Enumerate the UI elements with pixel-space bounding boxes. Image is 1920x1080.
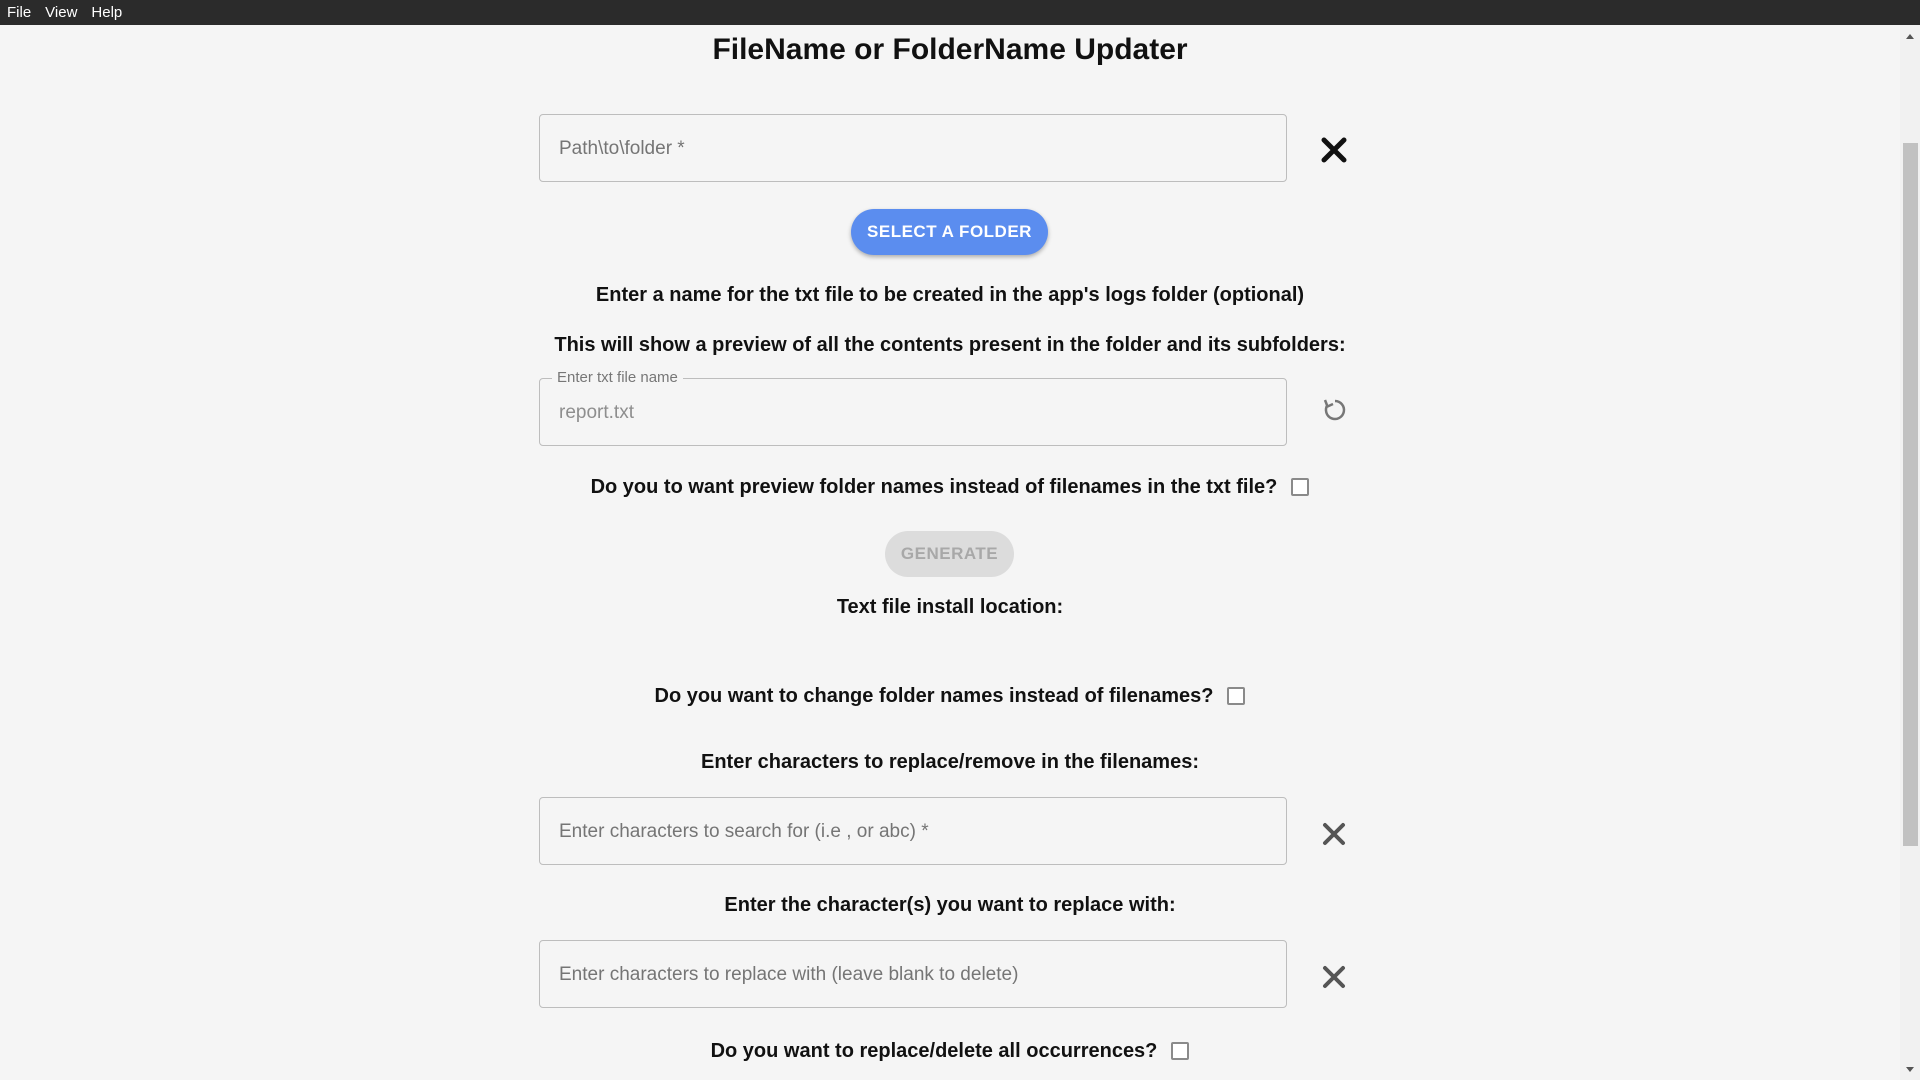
- menu-file[interactable]: File: [0, 0, 38, 25]
- replace-with-prompt: Enter the character(s) you want to repla…: [724, 894, 1176, 916]
- txt-prompt: Enter a name for the txt file to be crea…: [595, 284, 1305, 306]
- scroll-down-icon[interactable]: [1906, 1067, 1914, 1072]
- refresh-icon[interactable]: [1318, 393, 1352, 427]
- scroll-thumb[interactable]: [1903, 143, 1918, 846]
- menu-help[interactable]: Help: [84, 0, 129, 25]
- preview-folders-question: Do you to want preview folder names inst…: [590, 476, 1278, 498]
- change-folders-checkbox[interactable]: [1227, 687, 1246, 705]
- search-field[interactable]: [539, 797, 1287, 866]
- replace-input[interactable]: [557, 941, 1261, 1009]
- folder-path-input[interactable]: [557, 115, 1261, 183]
- select-folder-button[interactable]: Select a folder: [851, 209, 1048, 255]
- menu-view[interactable]: View: [38, 0, 84, 25]
- menu-bar: File View Help: [0, 0, 1920, 25]
- preview-prompt: This will show a preview of all the cont…: [554, 334, 1346, 356]
- search-input[interactable]: [557, 798, 1261, 866]
- change-folders-row: Do you want to change folder names inste…: [0, 685, 1900, 708]
- all-occurrences-row: Do you want to replace/delete all occurr…: [0, 1040, 1900, 1063]
- vertical-scrollbar[interactable]: [1900, 25, 1920, 1080]
- replace-prompt: Enter characters to replace/remove in th…: [701, 751, 1199, 773]
- replace-field[interactable]: [539, 940, 1287, 1009]
- preview-folders-checkbox[interactable]: [1291, 478, 1310, 496]
- txt-name-input[interactable]: [557, 379, 1261, 447]
- install-location-label: Text file install location:: [836, 596, 1064, 618]
- page-title: FileName or FolderName Updater: [712, 33, 1188, 66]
- generate-button: Generate: [885, 531, 1014, 577]
- all-occurrences-question: Do you want to replace/delete all occurr…: [710, 1040, 1158, 1062]
- close-icon[interactable]: [1316, 959, 1352, 995]
- folder-path-field[interactable]: [539, 114, 1287, 183]
- txt-name-field[interactable]: Enter txt file name: [539, 369, 1287, 447]
- change-folders-question: Do you want to change folder names inste…: [654, 685, 1214, 707]
- preview-folders-row: Do you to want preview folder names inst…: [0, 476, 1900, 499]
- close-icon[interactable]: [1316, 816, 1352, 852]
- scroll-up-icon[interactable]: [1906, 34, 1914, 39]
- all-occurrences-checkbox[interactable]: [1171, 1042, 1190, 1060]
- main-content: FileName or FolderName Updater Select a …: [0, 25, 1900, 1080]
- close-icon[interactable]: [1316, 132, 1352, 168]
